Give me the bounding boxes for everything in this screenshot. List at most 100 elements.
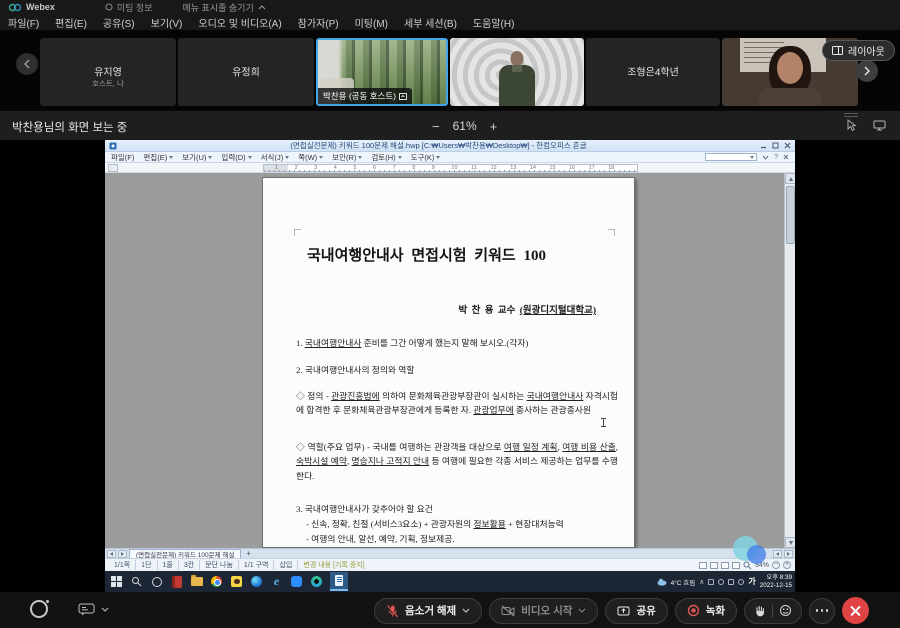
layout-button[interactable]: 레이아웃 xyxy=(822,40,895,61)
new-tab-button[interactable]: + xyxy=(243,549,254,558)
zoom-magnifier-icon[interactable] xyxy=(743,561,752,570)
hwp-menu-format[interactable]: 서식(J) xyxy=(261,152,290,163)
edge-icon[interactable] xyxy=(250,575,263,588)
minimize-icon[interactable] xyxy=(760,142,767,149)
help-icon[interactable]: ? xyxy=(774,154,778,161)
unmute-button[interactable]: 음소거 해제 xyxy=(374,598,482,624)
scroll-down-button[interactable] xyxy=(785,537,795,548)
share-button[interactable]: 공유 xyxy=(605,598,667,624)
tabbar-left-arrow[interactable] xyxy=(773,550,782,558)
messenger-app-icon[interactable] xyxy=(290,575,303,588)
view-mode-icon[interactable] xyxy=(699,562,707,569)
ime-language-indicator[interactable]: 가 xyxy=(748,576,755,587)
meeting-info-button[interactable]: 미팅 정보 xyxy=(105,1,153,14)
document-tab[interactable]: (면접실전문제) 키워드 100문제 해설 xyxy=(129,549,241,558)
hwp-menu-input[interactable]: 입력(D) xyxy=(221,152,251,163)
hwp-menu-edit[interactable]: 편집(E) xyxy=(143,152,173,163)
tray-volume-icon[interactable] xyxy=(738,579,744,585)
chevron-down-icon[interactable] xyxy=(462,608,470,613)
chevron-down-icon[interactable] xyxy=(578,608,586,613)
hide-menubar-button[interactable]: 메뉴 표시줄 숨기기 xyxy=(182,1,265,14)
weather-text[interactable]: 4°C 흐림 xyxy=(671,577,696,587)
tray-bluetooth-icon[interactable] xyxy=(718,579,724,585)
remote-control-pointer-icon[interactable] xyxy=(846,119,857,132)
menu-edit[interactable]: 편집(E) xyxy=(55,15,87,30)
menu-audio-video[interactable]: 오디오 및 비디오(A) xyxy=(198,15,281,30)
view-mode-icon[interactable] xyxy=(732,562,740,569)
menu-file[interactable]: 파일(F) xyxy=(8,15,39,30)
fullscreen-monitor-icon[interactable] xyxy=(873,120,886,131)
menu-view[interactable]: 보기(V) xyxy=(151,15,183,30)
hwp-menu-file[interactable]: 파일(F) xyxy=(111,152,134,163)
record-button[interactable]: 녹화 xyxy=(675,598,737,624)
scroll-up-button[interactable] xyxy=(785,173,795,184)
start-button[interactable] xyxy=(110,575,123,588)
tray-network-icon[interactable] xyxy=(728,579,734,585)
viewing-status-text: 박찬용님의 화면 보는 중 xyxy=(12,119,127,135)
hwp-menu-page[interactable]: 쪽(W) xyxy=(298,152,323,163)
tray-monitor-icon[interactable] xyxy=(708,579,714,585)
filmstrip-prev-button[interactable] xyxy=(16,53,38,75)
record-icon xyxy=(687,604,700,617)
active-app-hwp[interactable] xyxy=(330,572,348,591)
hwp-quick-search-input[interactable] xyxy=(705,153,757,161)
hwp-app-taskbar-icon[interactable] xyxy=(170,575,183,588)
menu-help[interactable]: 도움말(H) xyxy=(473,15,514,30)
tray-expand-icon[interactable]: ∧ xyxy=(699,578,704,586)
reactions-button[interactable] xyxy=(744,598,802,624)
doc-paragraph-3: 3. 국내여행안내사가 갖추어야 할 요건 xyxy=(296,502,618,516)
hwp-titlebar[interactable]: (면접실전문제) 키워드 100문제 해설.hwp [C:₩Users₩박찬용₩… xyxy=(105,140,795,152)
ruler-corner-button[interactable] xyxy=(108,164,118,172)
webex-assistant-icon[interactable] xyxy=(30,600,48,618)
hwp-menu-review[interactable]: 검토(H) xyxy=(371,152,401,163)
doc-author: 박 찬 용 교수 (원광디지털대학교) xyxy=(459,302,596,316)
menu-share[interactable]: 공유(S) xyxy=(103,15,135,30)
participant-tile[interactable] xyxy=(450,38,584,106)
file-explorer-icon[interactable] xyxy=(190,575,203,588)
menu-breakout[interactable]: 세부 세션(B) xyxy=(404,15,457,30)
participant-tile[interactable]: 조형은4학년 xyxy=(586,38,720,106)
taskbar-clock[interactable]: 오후 8:39 2022-12-15 xyxy=(760,574,792,589)
participant-tile[interactable]: 유지영 호스트, 나 xyxy=(40,38,176,106)
tab-scroll-left[interactable] xyxy=(107,550,116,558)
scrollbar-thumb[interactable] xyxy=(786,186,795,244)
filmstrip-next-button[interactable] xyxy=(856,60,878,82)
webex-taskbar-icon[interactable] xyxy=(310,575,323,588)
shared-screen: (면접실전문제) 키워드 100문제 해설.hwp [C:₩Users₩박찬용₩… xyxy=(0,140,900,592)
document-page[interactable]: 국내여행안내사 면접시험 키워드 100 박 찬 용 교수 (원광디지털대학교)… xyxy=(262,177,635,548)
more-options-button[interactable] xyxy=(809,598,835,624)
taskbar-search-icon[interactable] xyxy=(130,575,143,588)
status-track-changes[interactable]: 변경 내용 [기록 중지] xyxy=(298,560,369,570)
doc-zoom-out-button[interactable]: − xyxy=(772,561,780,569)
vertical-scrollbar[interactable] xyxy=(784,173,795,548)
zoom-out-button[interactable]: − xyxy=(432,119,440,134)
menu-meeting[interactable]: 미팅(M) xyxy=(355,15,388,30)
doc-zoom-in-button[interactable]: + xyxy=(783,561,791,569)
chevron-right-icon xyxy=(863,66,871,76)
document-close-icon[interactable] xyxy=(783,154,789,160)
leave-meeting-button[interactable] xyxy=(842,597,869,624)
maximize-icon[interactable] xyxy=(772,142,779,149)
hwp-menu-view[interactable]: 보기(U) xyxy=(182,152,212,163)
cortana-icon[interactable] xyxy=(150,575,163,588)
close-icon[interactable] xyxy=(784,142,791,149)
view-mode-icon[interactable] xyxy=(710,562,718,569)
hwp-menu-security[interactable]: 보안(R) xyxy=(332,152,362,163)
closed-captions-icon[interactable] xyxy=(78,603,95,616)
participant-tile-active-speaker[interactable]: 박찬용 (공동 호스트) xyxy=(316,38,448,106)
tab-scroll-right[interactable] xyxy=(118,550,127,558)
hwp-menubar: 파일(F) 편집(E) 보기(U) 입력(D) 서식(J) 쪽(W) 보안(R)… xyxy=(105,152,795,163)
captions-chevron-icon[interactable] xyxy=(101,607,109,612)
zoom-in-button[interactable]: + xyxy=(490,119,498,134)
start-video-button[interactable]: 비디오 시작 xyxy=(489,598,598,624)
view-mode-icon[interactable] xyxy=(721,562,729,569)
menu-participants[interactable]: 참가자(P) xyxy=(298,15,339,30)
tabbar-right-arrow[interactable] xyxy=(784,550,793,558)
kakaotalk-icon[interactable] xyxy=(230,575,243,588)
ribbon-collapse-icon[interactable] xyxy=(762,155,769,160)
chrome-icon[interactable] xyxy=(210,575,223,588)
internet-explorer-icon[interactable]: e xyxy=(270,575,283,588)
participant-tile[interactable]: 유정희 xyxy=(178,38,314,106)
hwp-menu-tools[interactable]: 도구(K) xyxy=(411,152,441,163)
hwp-document-area[interactable]: 국내여행안내사 면접시험 키워드 100 박 찬 용 교수 (원광디지털대학교)… xyxy=(105,173,795,548)
